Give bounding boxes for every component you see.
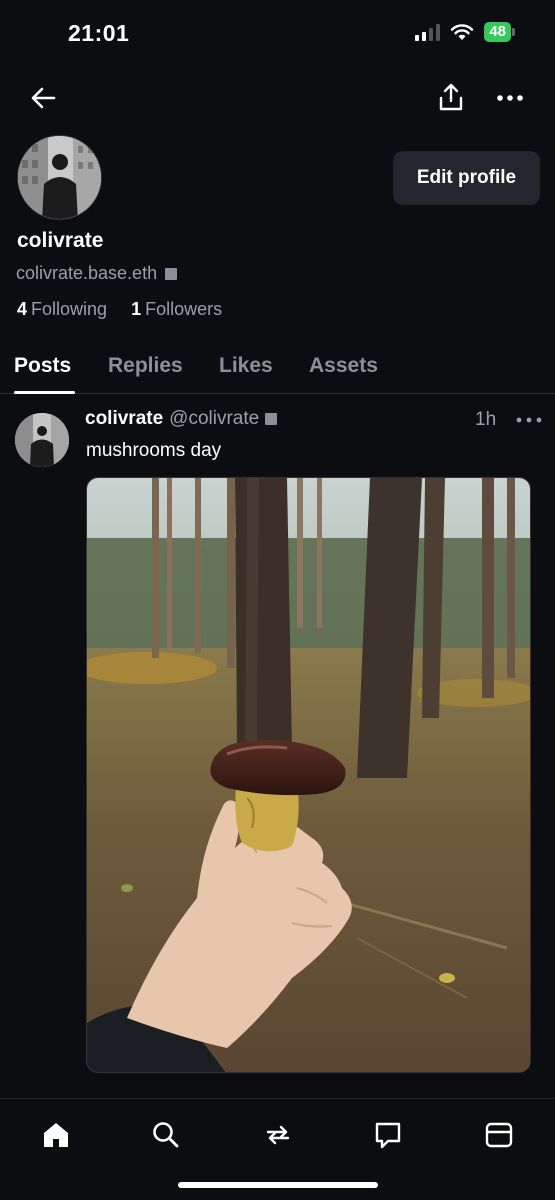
- arrow-left-icon[interactable]: [28, 84, 60, 112]
- tab-likes[interactable]: Likes: [219, 354, 273, 378]
- active-tab-indicator: [14, 391, 75, 394]
- status-bar: 21:01 48: [0, 0, 555, 66]
- edit-profile-button[interactable]: Edit profile: [393, 151, 540, 205]
- repost-icon[interactable]: [262, 1119, 294, 1151]
- signal-icon: [415, 23, 441, 41]
- follow-stats: 4 Following 1 Followers: [17, 299, 222, 320]
- battery-level: 48: [484, 22, 511, 42]
- post-timestamp: 1h: [475, 409, 497, 430]
- post-author-name[interactable]: colivrate: [85, 408, 163, 430]
- post-image[interactable]: [86, 477, 531, 1073]
- verified-badge-icon: [165, 267, 178, 280]
- post-header: colivrate @colivrate: [85, 408, 278, 430]
- wallet-icon[interactable]: [483, 1119, 515, 1151]
- following-link[interactable]: 4 Following: [17, 299, 107, 320]
- status-time: 21:01: [68, 20, 130, 46]
- battery-icon: 48: [484, 22, 515, 42]
- tab-assets[interactable]: Assets: [309, 354, 378, 378]
- followers-count: 1: [131, 299, 142, 319]
- profile-avatar[interactable]: [17, 135, 102, 220]
- profile-handle-row: colivrate.base.eth: [16, 263, 178, 284]
- post-more-icon[interactable]: [514, 410, 544, 430]
- wifi-icon: [451, 24, 474, 40]
- tab-replies[interactable]: Replies: [108, 354, 183, 378]
- status-icons: 48: [415, 22, 515, 42]
- followers-label: Followers: [145, 299, 223, 319]
- more-icon[interactable]: [494, 86, 526, 110]
- home-indicator: [178, 1182, 378, 1188]
- profile-tabs: Posts Replies Likes Assets: [0, 350, 555, 394]
- verified-badge-icon: [265, 413, 278, 425]
- profile-handle: colivrate.base.eth: [16, 263, 158, 283]
- following-count: 4: [17, 299, 28, 319]
- post-text: mushrooms day: [86, 440, 222, 461]
- search-icon[interactable]: [150, 1119, 182, 1151]
- messages-icon[interactable]: [372, 1119, 404, 1151]
- home-icon[interactable]: [40, 1119, 72, 1151]
- post-author-handle[interactable]: @colivrate: [169, 408, 259, 430]
- top-nav: [0, 76, 555, 120]
- post-avatar[interactable]: [15, 413, 69, 467]
- tab-posts[interactable]: Posts: [14, 354, 71, 378]
- following-label: Following: [31, 299, 108, 319]
- share-icon[interactable]: [436, 82, 466, 112]
- followers-link[interactable]: 1 Followers: [131, 299, 222, 320]
- profile-display-name: colivrate: [17, 229, 104, 252]
